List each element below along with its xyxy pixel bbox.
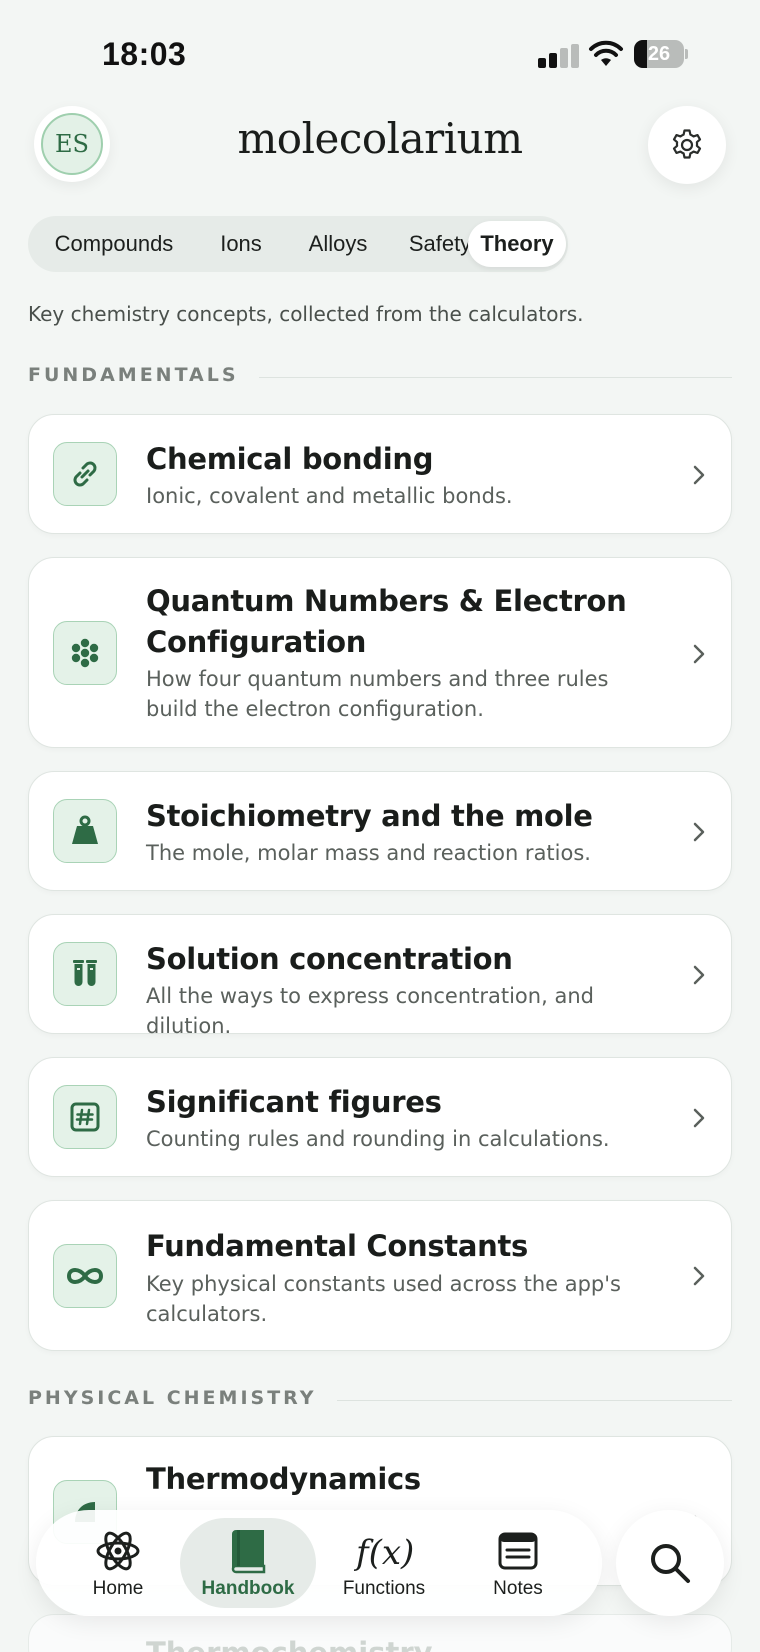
card-subtitle: Ionic, covalent and metallic bonds. [146, 484, 513, 508]
topic-card-significant-figures[interactable]: Significant figures Counting rules and r… [28, 1057, 732, 1177]
topic-card-solution-concentration[interactable]: Solution concentration All the ways to e… [28, 914, 732, 1038]
atom-icon [96, 1531, 140, 1571]
card-subtitle: How four quantum numbers and three rules… [146, 667, 609, 721]
nav-notes[interactable]: Notes [450, 1518, 586, 1608]
nav-label: Home [92, 1578, 144, 1599]
nav-handbook[interactable]: Handbook [180, 1518, 316, 1608]
nav-label: Functions [342, 1578, 426, 1599]
category-tabs: Compounds Ions Alloys Safety Theory [28, 216, 568, 272]
chevron-right-icon [693, 644, 705, 664]
card-title: Quantum Numbers & Electron Configuration [146, 584, 627, 659]
card-subtitle: The mole, molar mass and reaction ratios… [146, 841, 591, 865]
search-button[interactable] [616, 1510, 724, 1616]
tab-theory[interactable]: Theory [468, 221, 566, 267]
card-title: Stoichiometry and the mole [146, 799, 593, 833]
chevron-right-icon [693, 1108, 705, 1128]
orbital-dots-icon [53, 621, 117, 685]
settings-button[interactable] [648, 106, 726, 184]
section-label: FUNDAMENTALS [28, 364, 259, 386]
tab-compounds[interactable]: Compounds [34, 221, 194, 267]
chevron-right-icon [693, 465, 705, 485]
battery-level: 26 [647, 43, 671, 65]
topic-card-quantum-numbers[interactable]: Quantum Numbers & Electron Configuration… [28, 557, 732, 748]
app-title: molecolarium [237, 114, 523, 163]
topic-card-chemical-bonding[interactable]: Chemical bonding Ionic, covalent and met… [28, 414, 732, 534]
tab-ions[interactable]: Ions [200, 221, 282, 267]
bottom-nav: Home Handbook f(x) Functions Notes [36, 1510, 602, 1616]
card-subtitle: Counting rules and rounding in calculati… [146, 1127, 610, 1151]
search-icon [651, 1544, 690, 1583]
wifi-icon [588, 40, 624, 68]
link-icon [53, 442, 117, 506]
status-time: 18:03 [102, 36, 187, 72]
nav-label: Handbook [201, 1578, 295, 1599]
section-header-physical-chemistry: PHYSICAL CHEMISTRY [28, 1387, 732, 1417]
card-title: Solution concentration [146, 942, 513, 976]
card-title: Thermodynamics [146, 1462, 421, 1496]
nav-label: Notes [493, 1578, 543, 1599]
avatar: ES [41, 113, 103, 175]
chevron-right-icon [693, 965, 705, 985]
battery-icon: 26 [634, 40, 688, 68]
card-title-faded: Thermochemistry [146, 1636, 433, 1652]
gear-icon [672, 129, 702, 159]
card-title: Fundamental Constants [146, 1229, 529, 1263]
cellular-signal-icon [538, 44, 580, 68]
card-subtitle: Key physical constants used across the a… [146, 1272, 621, 1326]
infinity-icon [53, 1244, 117, 1308]
nav-home[interactable]: Home [50, 1518, 186, 1608]
svg-text:f(x): f(x) [353, 1533, 414, 1573]
avatar-button[interactable]: ES [34, 106, 110, 182]
nav-functions[interactable]: f(x) Functions [316, 1518, 452, 1608]
card-title: Significant figures [146, 1085, 442, 1119]
tab-alloys[interactable]: Alloys [290, 221, 386, 267]
card-subtitle: All the ways to express concentration, a… [146, 984, 594, 1038]
chevron-right-icon [693, 1266, 705, 1286]
test-tubes-icon [53, 942, 117, 1006]
book-icon [231, 1530, 266, 1574]
status-bar: 18:03 26 [0, 0, 760, 110]
section-label: PHYSICAL CHEMISTRY [28, 1387, 337, 1409]
topic-card-fundamental-constants[interactable]: Fundamental Constants Key physical const… [28, 1200, 732, 1351]
function-icon: f(x) [353, 1533, 414, 1573]
card-title: Chemical bonding [146, 442, 434, 476]
number-sign-icon [53, 1085, 117, 1149]
notes-icon [498, 1532, 538, 1570]
intro-text: Key chemistry concepts, collected from t… [28, 302, 584, 326]
weight-icon [53, 799, 117, 863]
chevron-right-icon [693, 822, 705, 842]
section-header-fundamentals: FUNDAMENTALS [28, 364, 732, 394]
topic-card-stoichiometry[interactable]: Stoichiometry and the mole The mole, mol… [28, 771, 732, 891]
